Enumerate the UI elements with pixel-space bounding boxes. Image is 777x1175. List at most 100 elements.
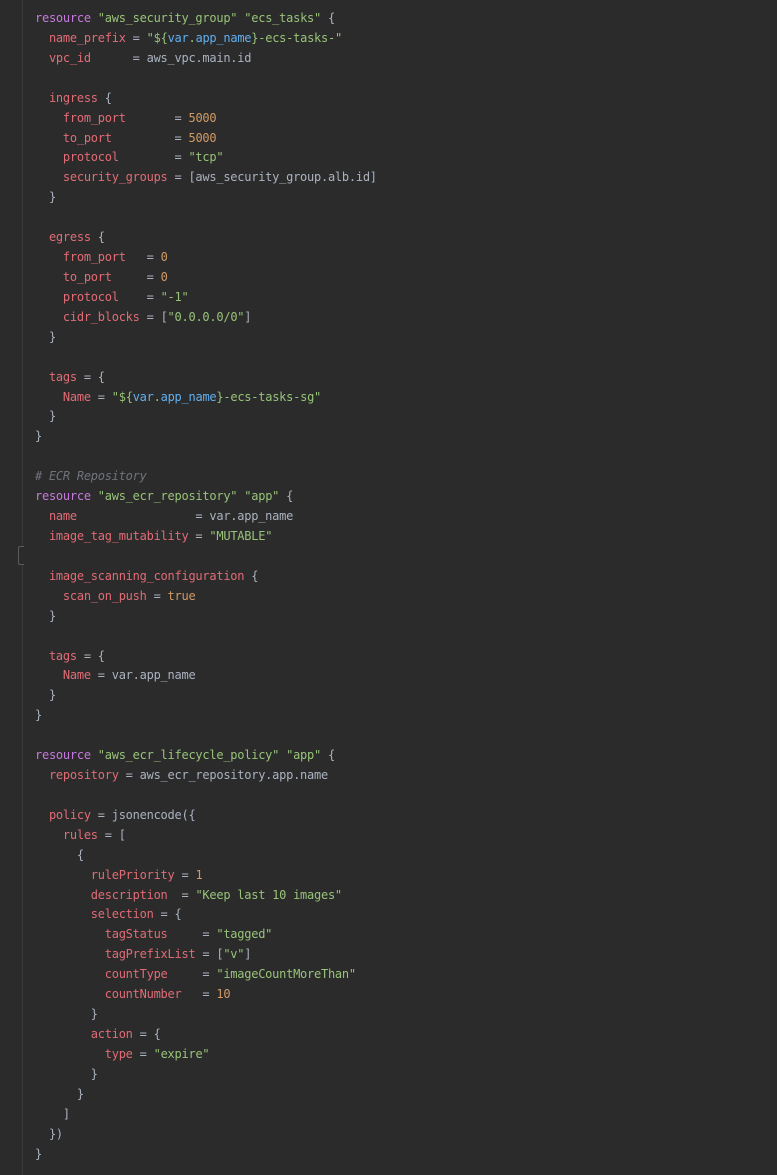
code-token: { [244,568,259,583]
code-line[interactable]: image_scanning_configuration { [35,567,377,587]
code-token: } [35,329,56,344]
code-editor[interactable]: resource "aws_security_group" "ecs_tasks… [0,0,777,1175]
code-line[interactable] [35,69,377,89]
code-line[interactable]: } [35,607,377,627]
code-line[interactable]: countType = "imageCountMoreThan" [35,965,377,985]
code-token: "v" [223,947,245,962]
code-line[interactable] [35,547,377,567]
code-line[interactable]: action = { [35,1025,377,1045]
code-line[interactable]: to_port = 0 [35,268,377,288]
code-line[interactable]: policy = jsonencode({ [35,806,377,826]
code-line[interactable]: } [35,407,377,427]
code-line[interactable]: } [35,328,377,348]
code-token: = jsonencode({ [90,807,196,822]
code-line[interactable]: tags = { [35,647,377,667]
code-line[interactable]: vpc_id = aws_vpc.main.id [35,49,377,69]
code-line[interactable] [35,786,377,806]
code-line[interactable]: name_prefix = "${var.app_name}-ecs-tasks… [35,29,377,49]
code-token: "Keep last 10 images" [195,887,342,902]
code-area[interactable]: resource "aws_security_group" "ecs_tasks… [35,9,377,1164]
fold-marker-icon[interactable] [18,546,24,565]
code-token: = [167,887,196,902]
code-token: = aws_vpc.main.id [90,50,252,65]
code-line[interactable]: } [35,1005,377,1025]
code-line[interactable]: security_groups = [aws_security_group.al… [35,168,377,188]
code-token: egress [48,230,91,245]
code-line[interactable]: } [35,706,377,726]
code-line[interactable]: { [35,846,377,866]
code-line[interactable]: # ECR Repository [35,467,377,487]
code-line[interactable]: tags = { [35,368,377,388]
code-token: var [132,389,154,404]
editor-gutter [0,0,24,1175]
code-line[interactable]: }) [35,1125,377,1145]
code-token: "tcp" [188,150,224,165]
code-token: 10 [216,987,231,1002]
code-line[interactable]: to_port = 5000 [35,129,377,149]
code-line[interactable]: Name = "${var.app_name}-ecs-tasks-sg" [35,388,377,408]
code-token: "aws_ecr_lifecycle_policy" [97,748,280,763]
code-line[interactable]: ] [35,1105,377,1125]
code-line[interactable]: } [35,1065,377,1085]
code-token: "imageCountMoreThan" [216,967,356,982]
code-token: = [146,588,168,603]
code-line[interactable]: selection = { [35,905,377,925]
code-token: { [35,847,84,862]
code-line[interactable]: rulePriority = 1 [35,866,377,886]
code-token: ] [244,309,252,324]
code-token: "MUTABLE" [209,528,273,543]
code-line[interactable]: type = "expire" [35,1045,377,1065]
code-line[interactable] [35,627,377,647]
code-line[interactable]: tagPrefixList = ["v"] [35,945,377,965]
code-line[interactable]: resource "aws_ecr_repository" "app" { [35,487,377,507]
code-line[interactable]: } [35,1085,377,1105]
code-line[interactable]: name = var.app_name [35,507,377,527]
code-line[interactable]: protocol = "-1" [35,288,377,308]
code-line[interactable] [35,208,377,228]
code-token: scan_on_push [62,588,147,603]
code-token: rules [62,827,98,842]
code-line[interactable]: protocol = "tcp" [35,148,377,168]
code-line[interactable] [35,726,377,746]
code-line[interactable]: egress { [35,228,377,248]
code-line[interactable]: tagStatus = "tagged" [35,925,377,945]
code-token: . [153,389,161,404]
code-line[interactable]: from_port = 5000 [35,109,377,129]
code-token: = [118,150,189,165]
code-token: = [aws_security_group.alb.id] [167,170,378,185]
code-line[interactable]: countNumber = 10 [35,985,377,1005]
code-line[interactable]: cidr_blocks = ["0.0.0.0/0"] [35,308,377,328]
code-line[interactable] [35,447,377,467]
code-token: image_scanning_configuration [48,568,245,583]
code-line[interactable]: scan_on_push = true [35,587,377,607]
code-line[interactable]: ingress { [35,89,377,109]
code-token: type [104,1046,133,1061]
code-line[interactable]: } [35,427,377,447]
code-line[interactable]: } [35,1145,377,1165]
code-line[interactable]: image_tag_mutability = "MUTABLE" [35,527,377,547]
code-line[interactable]: description = "Keep last 10 images" [35,886,377,906]
code-token: cidr_blocks [62,309,140,324]
code-token: "aws_security_group" [97,11,238,25]
code-line[interactable]: rules = [ [35,826,377,846]
code-line[interactable]: } [35,686,377,706]
code-line[interactable]: from_port = 0 [35,248,377,268]
code-line[interactable]: resource "aws_security_group" "ecs_tasks… [35,9,377,29]
code-token: = aws_ecr_repository.app.name [118,768,329,783]
code-line[interactable]: Name = var.app_name [35,666,377,686]
code-token: = [ [97,827,126,842]
code-token: "expire" [153,1046,210,1061]
code-line[interactable]: resource "aws_ecr_lifecycle_policy" "app… [35,746,377,766]
code-line[interactable]: repository = aws_ecr_repository.app.name [35,766,377,786]
code-line[interactable] [35,348,377,368]
code-line[interactable]: } [35,188,377,208]
